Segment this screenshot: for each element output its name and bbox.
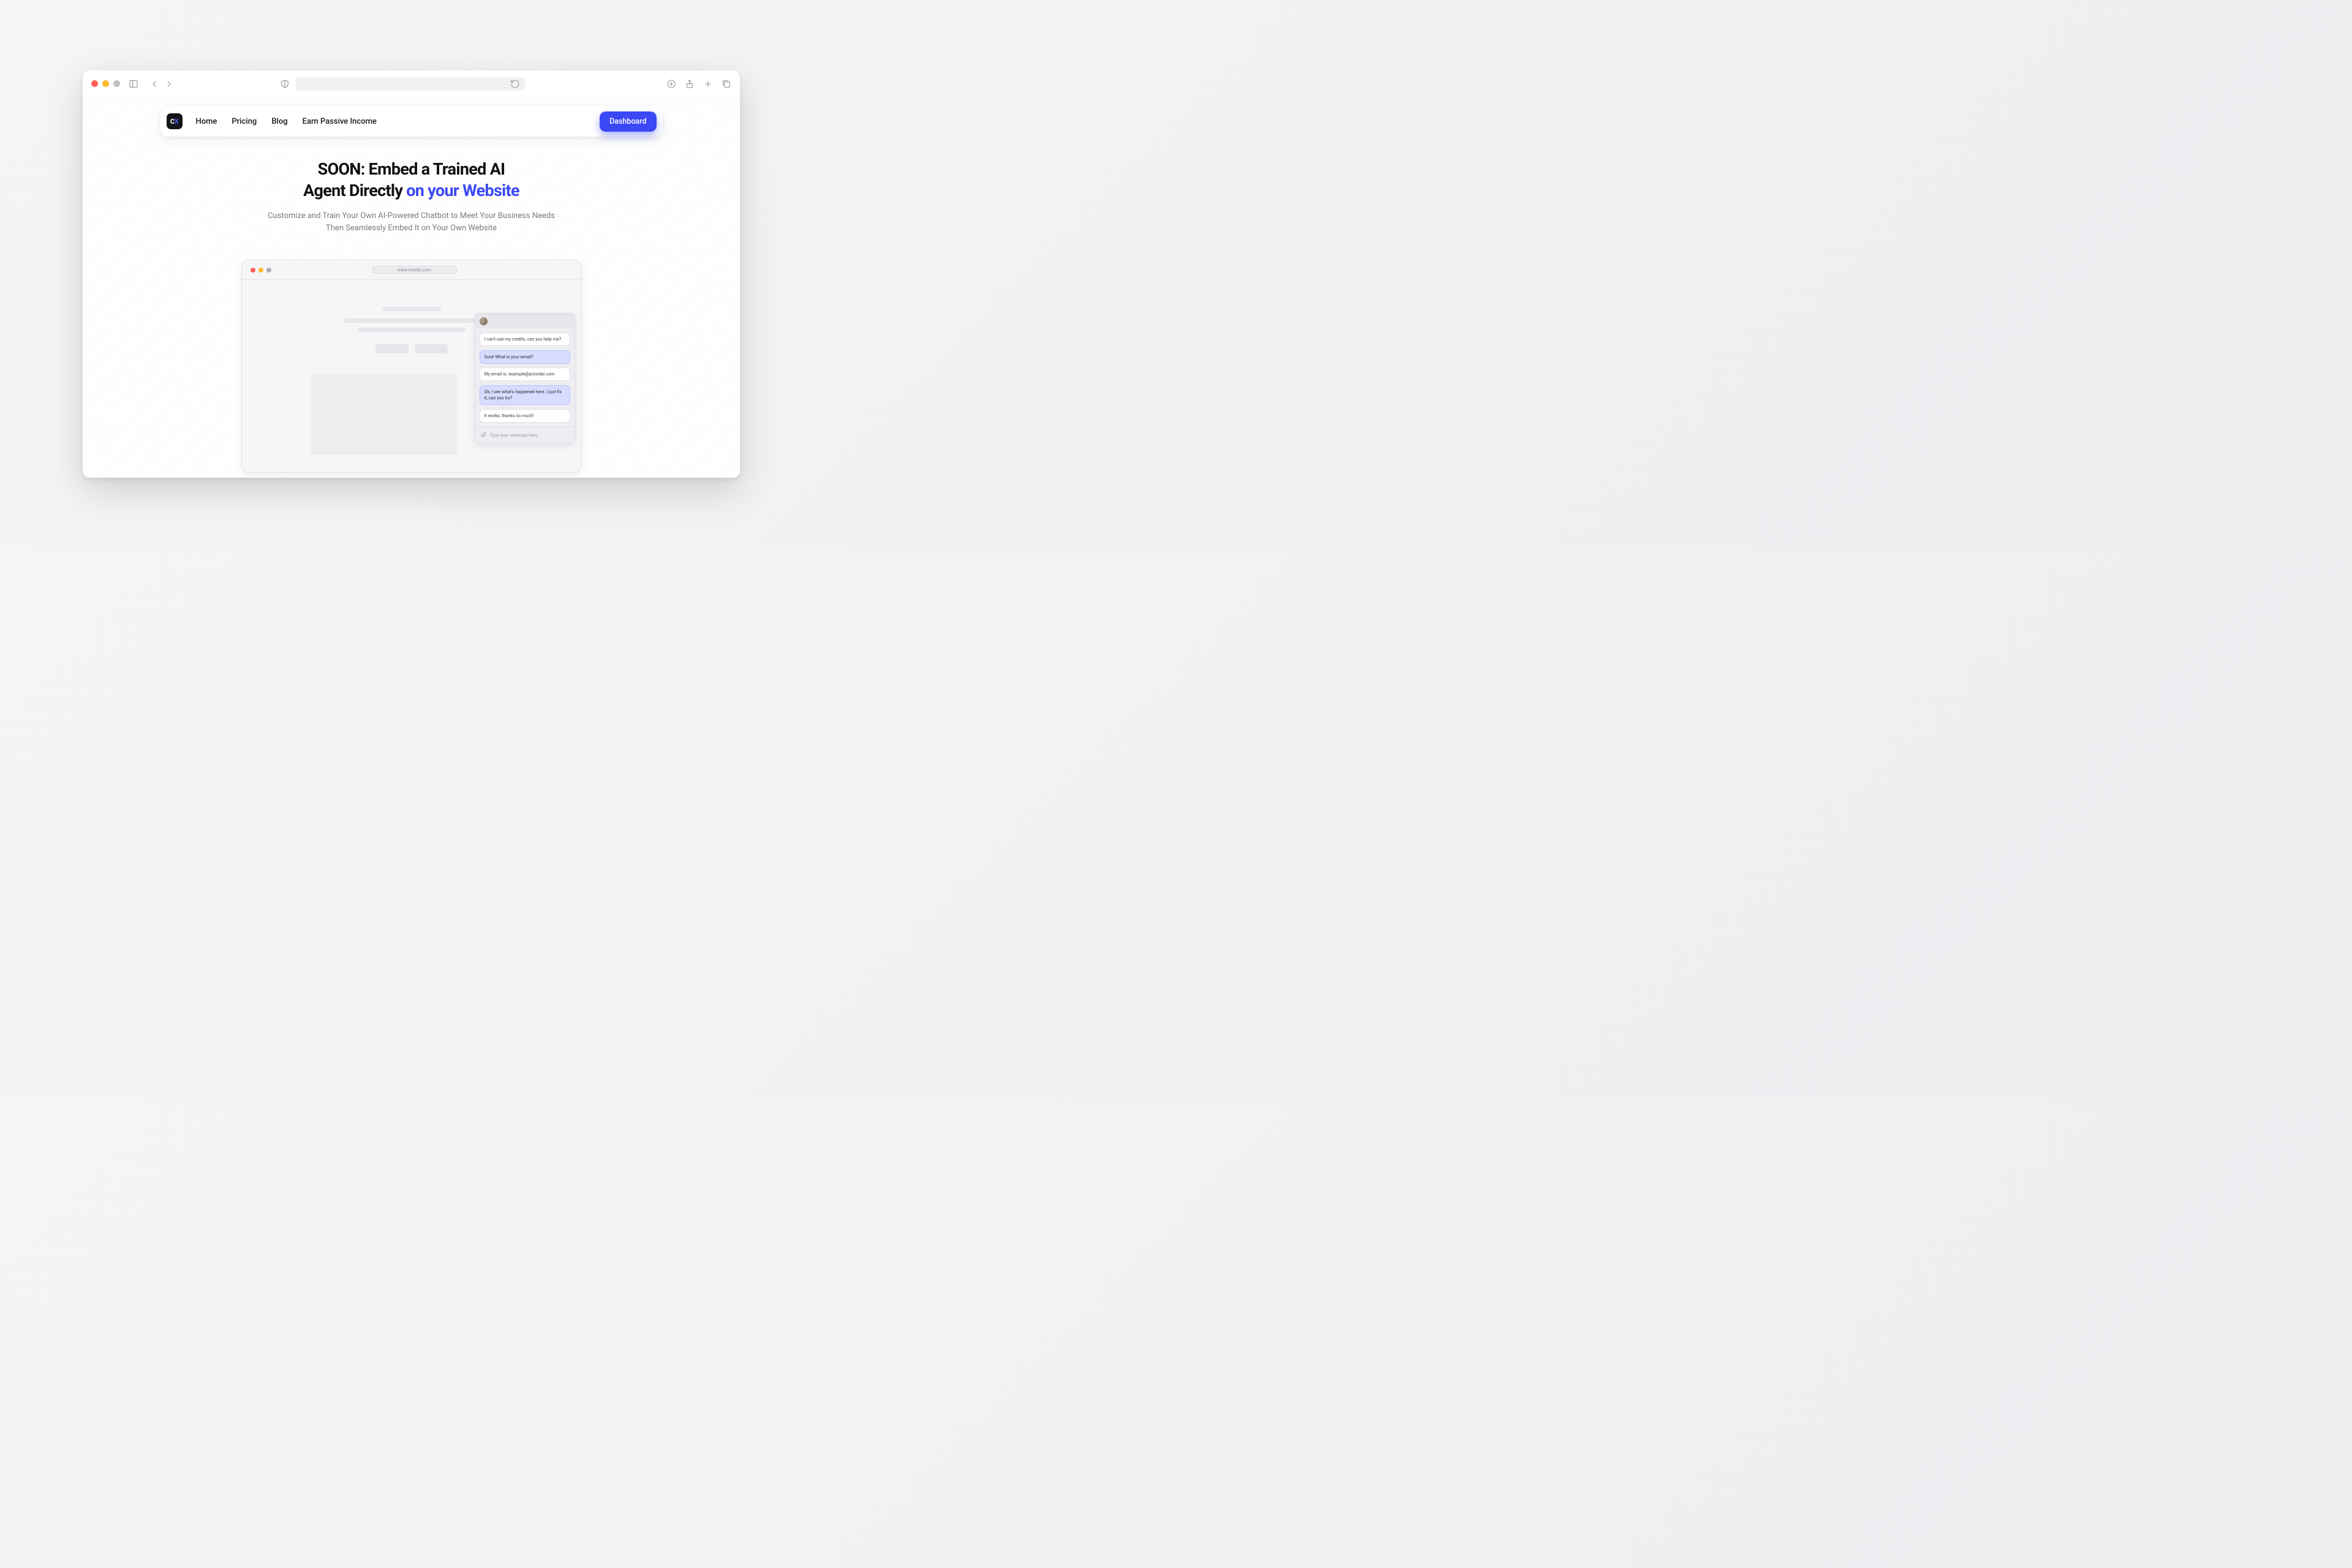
mockup-traffic-lights xyxy=(251,268,271,273)
site-nav: CX Home Pricing Blog Earn Passive Income… xyxy=(160,106,663,137)
chrome-right-icons xyxy=(666,79,731,89)
back-icon[interactable] xyxy=(149,79,159,89)
logo[interactable]: CX xyxy=(167,113,183,129)
skeleton-panel xyxy=(311,374,458,455)
nav-arrows xyxy=(149,79,174,89)
hero-title-accent: on your Website xyxy=(406,181,519,200)
nav-link-home[interactable]: Home xyxy=(196,117,217,126)
mockup-url-bar: www.mysite.com xyxy=(372,266,458,274)
refresh-icon[interactable] xyxy=(510,79,520,89)
browser-window: CX Home Pricing Blog Earn Passive Income… xyxy=(83,70,740,478)
chat-bubble-user: I can't use my credits, can you help me? xyxy=(480,333,570,346)
logo-c: C xyxy=(170,118,175,126)
traffic-lights xyxy=(91,80,120,87)
sidebar-toggle-icon[interactable] xyxy=(129,79,138,89)
skeleton-line xyxy=(344,318,479,323)
new-tab-icon[interactable] xyxy=(703,79,713,89)
url-area xyxy=(280,77,525,91)
nav-link-earn[interactable]: Earn Passive Income xyxy=(303,117,377,126)
traffic-light-maximize-icon[interactable] xyxy=(113,80,120,87)
mockup-chrome: www.mysite.com xyxy=(242,260,581,280)
nav-link-pricing[interactable]: Pricing xyxy=(232,117,257,126)
skeleton-line xyxy=(382,307,441,311)
downloads-icon[interactable] xyxy=(666,79,676,89)
mockup-close-icon xyxy=(251,268,255,273)
traffic-light-close-icon[interactable] xyxy=(91,80,98,87)
hero-title: SOON: Embed a Trained AI Agent Directly … xyxy=(101,159,722,202)
hero: SOON: Embed a Trained AI Agent Directly … xyxy=(101,159,722,234)
mockup-maximize-icon xyxy=(266,268,271,273)
chat-bubble-agent: Sure! What is your email? xyxy=(480,350,570,364)
hero-title-line1: SOON: Embed a Trained AI xyxy=(318,159,505,179)
shield-icon[interactable] xyxy=(280,79,290,89)
browser-chrome xyxy=(83,70,740,97)
chat-body: I can't use my credits, can you help me?… xyxy=(475,328,575,426)
avatar-icon xyxy=(480,317,488,325)
embed-mockup: www.mysite.com xyxy=(241,260,582,473)
logo-x: X xyxy=(175,118,178,126)
hero-sub-line1: Customize and Train Your Own AI-Powered … xyxy=(268,211,555,221)
skeleton-button xyxy=(375,344,409,353)
tabs-overview-icon[interactable] xyxy=(722,79,731,89)
dashboard-button[interactable]: Dashboard xyxy=(600,111,656,132)
nav-links: Home Pricing Blog Earn Passive Income xyxy=(196,117,377,126)
traffic-light-minimize-icon[interactable] xyxy=(102,80,109,87)
nav-link-blog[interactable]: Blog xyxy=(271,117,287,126)
chat-input-placeholder: Type your message here... xyxy=(490,432,541,438)
attachment-icon[interactable] xyxy=(480,431,486,439)
chat-input[interactable]: Type your message here... xyxy=(475,427,575,443)
skeleton-button xyxy=(415,344,448,353)
share-icon[interactable] xyxy=(685,79,695,89)
chat-bubble-user: It works, thanks so much! xyxy=(480,409,570,423)
page-content: CX Home Pricing Blog Earn Passive Income… xyxy=(83,97,740,478)
chat-bubble-user: My email is: example@provider.com xyxy=(480,368,570,381)
chat-widget: I can't use my credits, can you help me?… xyxy=(475,313,575,443)
hero-subtitle: Customize and Train Your Own AI-Powered … xyxy=(240,210,583,234)
chat-header xyxy=(475,314,575,328)
url-bar[interactable] xyxy=(296,77,525,91)
mockup-minimize-icon xyxy=(258,268,263,273)
forward-icon[interactable] xyxy=(164,79,174,89)
hero-title-line2-plain: Agent Directly xyxy=(303,181,406,200)
hero-sub-line2: Then Seamlessly Embed It on Your Own Web… xyxy=(326,224,497,233)
chat-bubble-agent: Ok, I see what's happened here. I just f… xyxy=(480,385,570,405)
skeleton-line xyxy=(358,328,466,332)
mockup-body: I can't use my credits, can you help me?… xyxy=(242,280,581,472)
